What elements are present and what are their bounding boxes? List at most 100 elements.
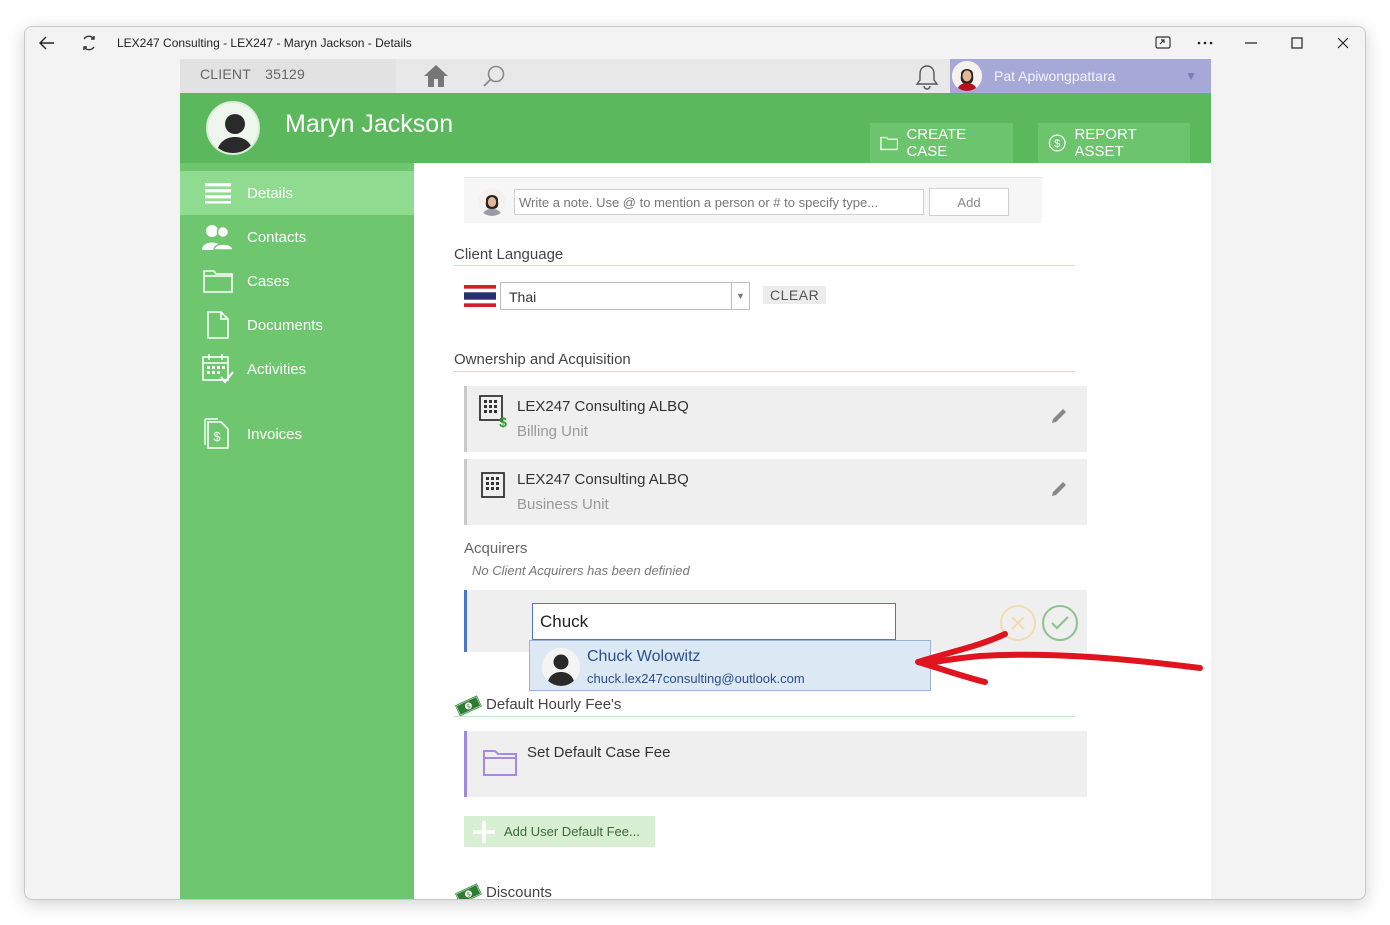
title-bar: LEX247 Consulting - LEX247 - Maryn Jacks…: [25, 27, 1365, 59]
report-asset-button[interactable]: $ REPORT ASSET: [1038, 123, 1190, 163]
billing-unit-card[interactable]: $ LEX247 Consulting ALBQ Billing Unit: [464, 386, 1087, 452]
plus-icon: [473, 820, 495, 843]
sidebar-item-label: Cases: [247, 272, 290, 290]
sidebar-item-contacts[interactable]: Contacts: [180, 215, 414, 259]
confirm-acquirer-button[interactable]: [1042, 605, 1078, 641]
hourly-fees-heading: Default Hourly Fee's: [486, 696, 622, 713]
chevron-down-icon: ▼: [731, 283, 749, 309]
checkmark-icon: [1051, 616, 1069, 630]
ownership-heading: Ownership and Acquisition: [454, 351, 631, 368]
svg-text:$: $: [1054, 138, 1060, 150]
home-icon: [424, 65, 448, 87]
maximize-button[interactable]: [1283, 31, 1311, 55]
acquirer-suggestion-item[interactable]: Chuck Wolowitz chuck.lex247consulting@ou…: [529, 640, 931, 691]
note-composer: Add: [464, 177, 1042, 223]
home-button[interactable]: [412, 62, 460, 90]
back-arrow-icon: [39, 36, 54, 50]
suggestion-avatar: [542, 648, 580, 686]
unit-type: Business Unit: [517, 496, 609, 513]
svg-text:$: $: [213, 429, 221, 444]
sidebar-item-label: Documents: [247, 316, 323, 334]
client-language-heading: Client Language: [454, 246, 564, 263]
create-case-label: CREATE CASE: [906, 126, 967, 160]
invoice-icon: $: [200, 418, 236, 449]
contacts-icon: [200, 222, 236, 252]
sidebar-item-activities[interactable]: Activities: [180, 347, 414, 391]
default-case-fee-card[interactable]: Set Default Case Fee: [464, 731, 1087, 797]
chevron-down-icon: ▼: [1185, 69, 1197, 83]
money-icon: $: [455, 883, 482, 899]
close-button[interactable]: [1329, 31, 1357, 55]
client-id-tag: CLIENT 35129: [180, 59, 396, 93]
section-divider: [454, 265, 1075, 266]
section-divider: [454, 371, 1075, 372]
more-icon: [1197, 41, 1213, 45]
top-bar: CLIENT 35129 Pat Apiwongpattara ▼: [180, 59, 1211, 93]
purple-folder-icon: [483, 750, 517, 776]
client-header: Maryn Jackson CREATE CASE $ REPORT ASSET: [180, 93, 1211, 163]
unit-name: LEX247 Consulting ALBQ: [517, 471, 689, 488]
suggestion-email: chuck.lex247consulting@outlook.com: [587, 671, 805, 686]
app-window: LEX247 Consulting - LEX247 - Maryn Jacks…: [24, 26, 1366, 900]
add-note-button[interactable]: Add: [929, 188, 1009, 216]
money-icon: $: [455, 695, 482, 717]
app-surface: CLIENT 35129 Pat Apiwongpattara ▼ Maryn …: [180, 59, 1211, 900]
language-select[interactable]: Thai ▼: [500, 282, 750, 310]
window-title: LEX247 Consulting - LEX247 - Maryn Jacks…: [117, 36, 412, 50]
business-unit-card[interactable]: LEX247 Consulting ALBQ Business Unit: [464, 459, 1087, 525]
edit-billing-unit-button[interactable]: [1047, 404, 1071, 428]
search-icon: [483, 65, 505, 87]
language-value: Thai: [509, 289, 537, 305]
unit-type: Billing Unit: [517, 423, 588, 440]
client-label: CLIENT: [200, 66, 251, 82]
minimize-icon: [1245, 42, 1257, 44]
suggestion-name: Chuck Wolowitz: [587, 648, 701, 665]
search-button[interactable]: [470, 62, 518, 90]
more-options-button[interactable]: [1191, 31, 1219, 55]
minimize-button[interactable]: [1237, 31, 1265, 55]
sidebar-item-label: Invoices: [247, 425, 303, 443]
refresh-button[interactable]: [75, 31, 103, 55]
sidebar-item-label: Details: [247, 184, 293, 202]
sidebar-item-cases[interactable]: Cases: [180, 259, 414, 303]
folder-icon: [200, 266, 236, 296]
client-name: Maryn Jackson: [285, 110, 454, 138]
note-input[interactable]: [514, 189, 924, 215]
close-icon: [1337, 37, 1349, 49]
sidebar-item-invoices[interactable]: $ Invoices: [180, 412, 414, 456]
client-avatar: [206, 101, 260, 155]
refresh-icon: [83, 35, 95, 51]
discounts-heading: Discounts: [486, 884, 552, 900]
document-icon: [200, 310, 236, 340]
unit-name: LEX247 Consulting ALBQ: [517, 398, 689, 415]
sidebar: Details Contacts Cases Documents Activit…: [180, 163, 414, 899]
folder-icon: [880, 136, 899, 151]
dollar-circle-icon: $: [1048, 134, 1066, 152]
maximize-icon: [1291, 37, 1303, 49]
close-icon: [1011, 616, 1025, 630]
user-name: Pat Apiwongpattara: [994, 68, 1116, 84]
calendar-icon: [200, 354, 236, 384]
sidebar-item-details[interactable]: Details: [180, 171, 414, 215]
acquirer-search-input[interactable]: Chuck: [532, 603, 896, 640]
create-case-button[interactable]: CREATE CASE: [870, 123, 1013, 163]
acquirers-empty-message: No Client Acquirers has been definied: [472, 563, 690, 578]
clear-language-button[interactable]: CLEAR: [763, 286, 827, 304]
cancel-acquirer-button[interactable]: [1000, 605, 1036, 641]
section-divider: [454, 716, 1075, 717]
billing-unit-icon: $: [479, 395, 507, 428]
add-user-default-fee-button[interactable]: Add User Default Fee...: [464, 816, 655, 847]
business-unit-icon: [481, 472, 505, 498]
edit-business-unit-button[interactable]: [1047, 477, 1071, 501]
back-button[interactable]: [33, 31, 61, 55]
add-user-default-fee-label: Add User Default Fee...: [504, 824, 640, 839]
user-menu[interactable]: Pat Apiwongpattara ▼: [950, 59, 1211, 93]
sidebar-item-documents[interactable]: Documents: [180, 303, 414, 347]
pencil-icon: [1052, 409, 1066, 423]
cast-button[interactable]: [1149, 31, 1177, 55]
list-icon: [200, 178, 236, 208]
report-asset-label: REPORT ASSET: [1074, 126, 1137, 160]
acquirers-heading: Acquirers: [464, 540, 528, 557]
notifications-button[interactable]: [913, 63, 941, 91]
thailand-flag-icon: [464, 285, 496, 307]
